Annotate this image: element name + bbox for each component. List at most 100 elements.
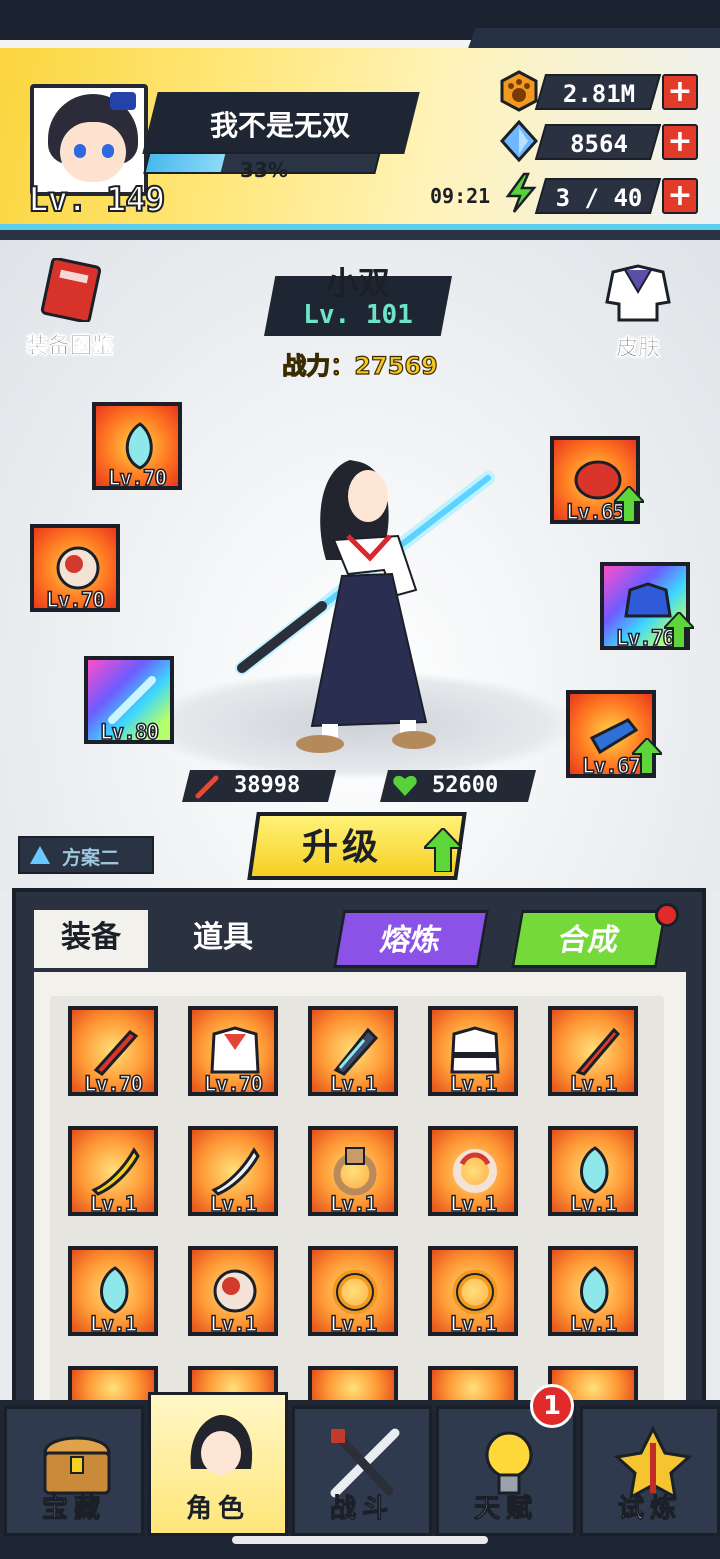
diamond-icon (499, 120, 539, 162)
nav-character[interactable]: 角色 (148, 1392, 288, 1536)
heart-icon (393, 775, 417, 796)
inventory-item-level: Lv.1 (89, 1311, 138, 1337)
equip-level: Lv.70 (107, 465, 168, 491)
notification-dot (655, 903, 679, 927)
inventory-slot[interactable]: Lv.70 (68, 1006, 158, 1097)
talent-badge: 1 (530, 1384, 574, 1428)
equip-slot-weapon[interactable]: Lv.80 (84, 656, 174, 745)
inventory-slot[interactable]: Lv.1 (188, 1246, 278, 1337)
ring-icon (56, 546, 100, 590)
inventory-slot[interactable]: Lv.1 (308, 1006, 398, 1097)
exp-percent: 33% (240, 158, 288, 182)
upgrade-arrow-icon (614, 486, 644, 522)
nav-treasure-label: 宝藏 (41, 1494, 106, 1525)
inventory-slot[interactable]: Lv.1 (428, 1246, 518, 1337)
inventory-slot[interactable]: Lv.1 (68, 1126, 158, 1217)
add-gold-button[interactable]: + (662, 74, 698, 110)
hero-name: 小双 (325, 264, 390, 302)
inventory-slot[interactable]: Lv.1 (188, 1126, 278, 1217)
tab-items[interactable]: 道具 (168, 910, 278, 968)
inventory-item-level: Lv.1 (209, 1311, 258, 1337)
charm-icon (100, 1266, 129, 1314)
nav-trial-label: 试炼 (617, 1494, 682, 1525)
combat-power: 战力：27569 (282, 351, 439, 380)
smelt-button[interactable]: 熔炼 (332, 910, 490, 968)
charm-icon (580, 1146, 609, 1194)
inventory-slot[interactable]: Lv.1 (68, 1246, 158, 1337)
inventory-item-level: Lv.1 (569, 1071, 618, 1097)
inventory-slot[interactable]: Lv.1 (548, 1006, 638, 1097)
energy-value: 3 / 40 (555, 184, 643, 212)
inventory-item-level: Lv.1 (569, 1191, 618, 1217)
inventory-item-level: Lv.70 (203, 1071, 264, 1097)
energy-timer: 09:21 (430, 184, 491, 208)
sword-icon (195, 775, 219, 799)
inventory-item-level: Lv.1 (449, 1311, 498, 1337)
equip-level: Lv.80 (99, 719, 160, 745)
equip-level: Lv.70 (45, 587, 106, 613)
nav-battle[interactable]: 战斗 (292, 1406, 432, 1536)
inventory-slot[interactable]: Lv.70 (188, 1006, 278, 1097)
ring-icon (213, 1269, 257, 1313)
hero-level: Lv. 101 (303, 300, 413, 330)
inventory-slot[interactable]: Lv.1 (308, 1126, 398, 1217)
plan-label: 方案二 (62, 847, 120, 869)
dragon-ring-icon (452, 1269, 498, 1315)
nav-character-label: 角色 (185, 1494, 250, 1524)
inventory-slot[interactable]: Lv.1 (428, 1126, 518, 1217)
paw-coin-icon (500, 70, 538, 112)
attack-value: 38998 (234, 773, 301, 798)
sailor-uniform-icon (210, 1026, 260, 1074)
golden-blade-icon (91, 1147, 140, 1196)
inventory-item-level: Lv.1 (329, 1071, 378, 1097)
skin-button[interactable]: 皮肤 (598, 262, 678, 362)
inventory-slot[interactable]: Lv.1 (548, 1126, 638, 1217)
upgrade-arrow-icon (424, 828, 462, 872)
synth-button[interactable]: 合成 (510, 910, 668, 968)
dark-blade-icon (333, 1027, 379, 1076)
add-diamond-button[interactable]: + (662, 124, 698, 160)
triangle-up-icon (30, 846, 50, 864)
nav-trial[interactable]: 试炼 (580, 1406, 720, 1536)
player-name: 我不是无双 (209, 109, 350, 142)
hero-character[interactable] (230, 440, 500, 760)
player-level: Lv. 149 (27, 179, 166, 221)
home-indicator[interactable] (232, 1536, 488, 1544)
silver-blade-icon (211, 1147, 260, 1196)
add-energy-button[interactable]: + (662, 178, 698, 214)
nav-battle-label: 战斗 (329, 1494, 394, 1525)
tab-equipment[interactable]: 装备 (34, 910, 148, 968)
inventory-slot[interactable]: Lv.1 (548, 1246, 638, 1337)
gold-value: 2.81M (562, 80, 636, 108)
character-portrait-icon (190, 1415, 253, 1475)
upgrade-label: 升级 (301, 827, 382, 868)
equip-slot-ring[interactable]: Lv.70 (30, 524, 120, 613)
diamond-value: 8564 (570, 130, 628, 158)
dragon-ring-icon (332, 1269, 378, 1315)
inventory-item-level: Lv.70 (83, 1071, 144, 1097)
red-sword-icon (93, 1030, 139, 1076)
inventory-slot[interactable]: Lv.1 (428, 1006, 518, 1097)
inventory-item-level: Lv.1 (329, 1191, 378, 1217)
hp-value: 52600 (432, 773, 499, 798)
inventory-item-level: Lv.1 (569, 1311, 618, 1337)
inventory-item-level: Lv.1 (209, 1191, 258, 1217)
nav-treasure[interactable]: 宝藏 (4, 1406, 144, 1536)
charm-icon (580, 1266, 609, 1314)
upgrade-arrow-icon (664, 612, 694, 648)
bronze-ring-icon (333, 1147, 377, 1196)
inventory-item-level: Lv.1 (89, 1191, 138, 1217)
sailor-uniform-icon (605, 264, 671, 322)
red-ring-icon (453, 1149, 497, 1193)
decor-stripe-bottom (0, 230, 720, 240)
equip-slot-accessory[interactable]: Lv.70 (92, 402, 182, 491)
inventory-item-level: Lv.1 (449, 1191, 498, 1217)
inventory-slot[interactable]: Lv.1 (308, 1246, 398, 1337)
charm-icon (125, 422, 153, 470)
exp-fill (145, 154, 226, 172)
lightsaber-icon (108, 676, 156, 724)
skin-label: 皮肤 (615, 336, 661, 362)
equipment-codex-button[interactable]: 装备图鉴 (18, 257, 122, 360)
karate-gi-icon (450, 1026, 500, 1074)
red-blade-icon (575, 1027, 621, 1076)
